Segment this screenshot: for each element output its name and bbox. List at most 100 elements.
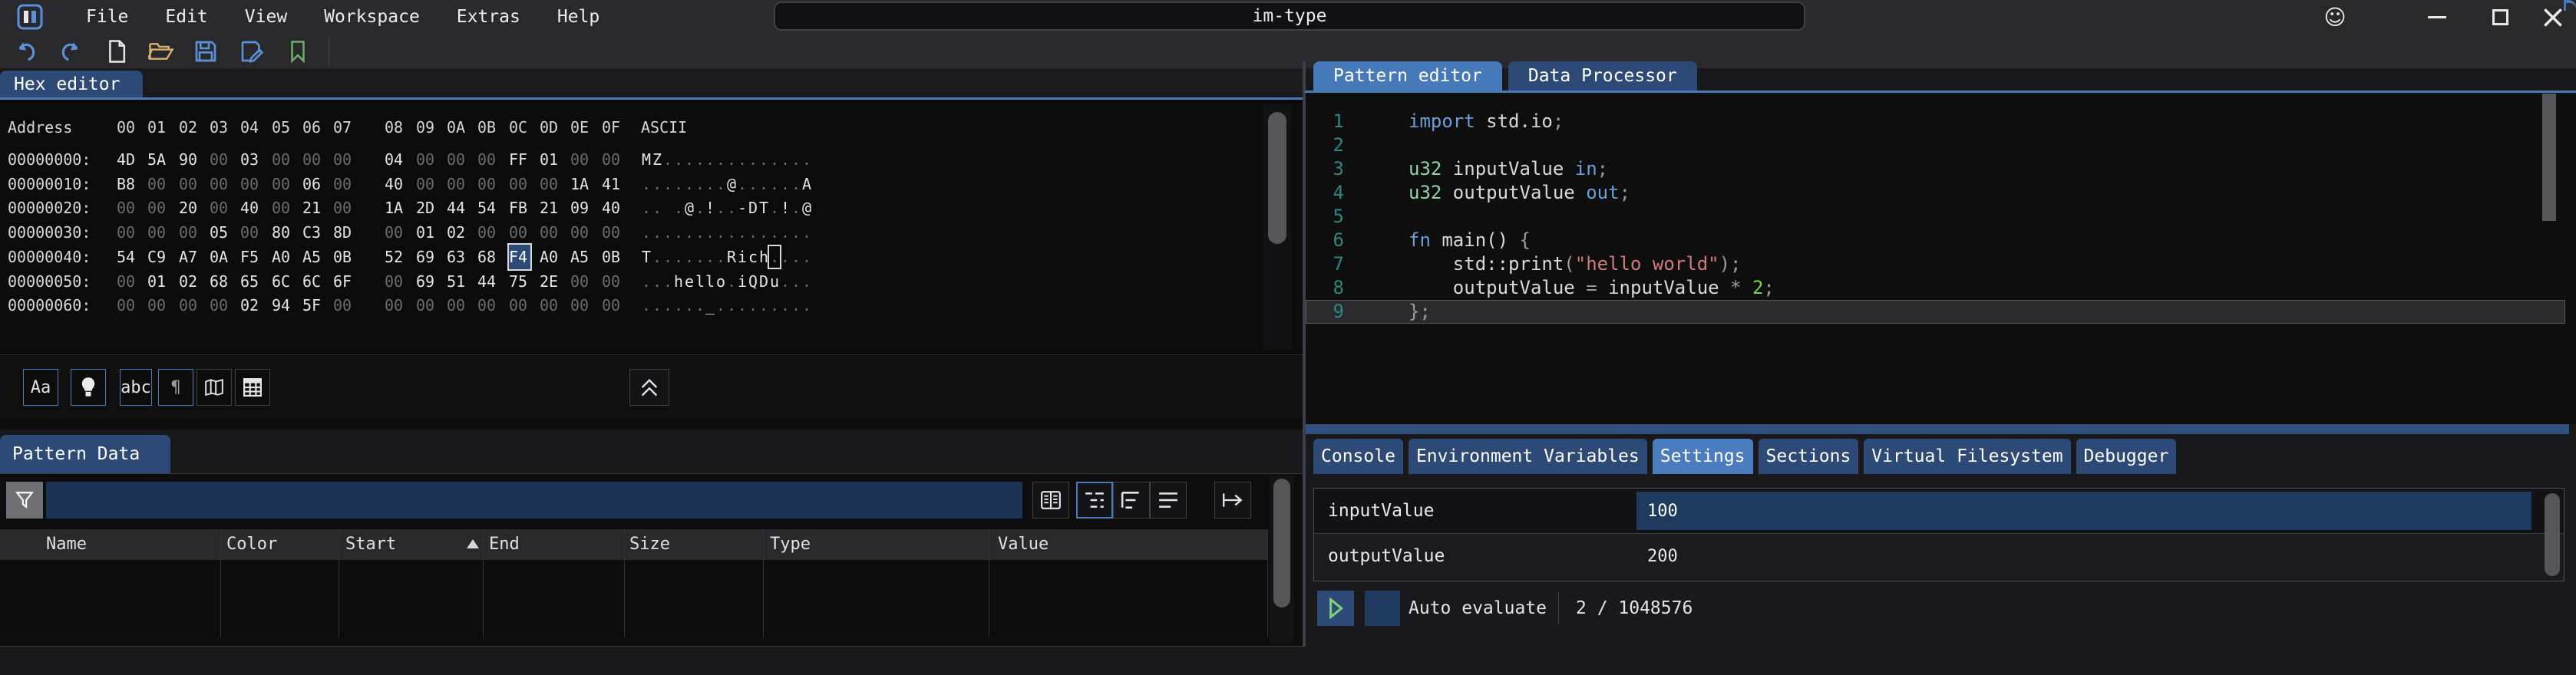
- ascii-cell[interactable]: .: [652, 246, 662, 268]
- hex-byte-cell[interactable]: 00: [272, 196, 293, 220]
- hex-byte-cell[interactable]: 00: [602, 147, 623, 172]
- ascii-cell[interactable]: !: [780, 197, 791, 219]
- menu-item-extras[interactable]: Extras: [438, 0, 539, 34]
- tab-sections[interactable]: Sections: [1759, 439, 1859, 474]
- ascii-cell[interactable]: .: [684, 222, 695, 243]
- run-button[interactable]: [1317, 591, 1354, 626]
- hex-scrollbar-track[interactable]: [1263, 104, 1291, 350]
- ascii-cell[interactable]: .: [726, 197, 737, 219]
- ascii-cell[interactable]: @: [726, 173, 737, 195]
- ascii-cell[interactable]: A: [801, 173, 812, 195]
- ascii-cell[interactable]: .: [791, 173, 801, 195]
- ascii-cell[interactable]: .: [662, 149, 673, 170]
- hex-byte-cell[interactable]: 02: [240, 293, 262, 318]
- code-line-1[interactable]: 1import std.io;: [1306, 110, 2565, 133]
- ascii-cell[interactable]: .: [791, 295, 801, 316]
- save-button[interactable]: [189, 37, 223, 66]
- hex-byte-cell[interactable]: 09: [570, 196, 592, 220]
- hex-byte-cell[interactable]: 90: [179, 147, 200, 172]
- hex-byte-cell[interactable]: 00: [333, 172, 355, 196]
- ascii-cell[interactable]: .: [769, 197, 780, 219]
- ascii-cell[interactable]: @: [684, 197, 695, 219]
- hex-byte-cell[interactable]: 00: [477, 220, 499, 245]
- ascii-cell[interactable]: .: [641, 295, 652, 316]
- tab-pattern-data[interactable]: Pattern Data: [0, 435, 170, 473]
- ascii-cell[interactable]: .: [662, 222, 673, 243]
- ascii-cell[interactable]: .: [652, 295, 662, 316]
- ascii-cell[interactable]: e: [684, 271, 695, 292]
- column-header-start[interactable]: Start: [345, 529, 396, 560]
- hex-byte-cell[interactable]: F5: [240, 245, 262, 269]
- redo-button[interactable]: [54, 37, 88, 66]
- ascii-cell[interactable]: i: [737, 271, 748, 292]
- hex-byte-cell[interactable]: 5A: [147, 147, 169, 172]
- hex-byte-cell[interactable]: 00: [509, 293, 530, 318]
- ascii-cell[interactable]: u: [769, 271, 780, 292]
- ascii-cell[interactable]: R: [726, 246, 737, 268]
- code-line-2[interactable]: 2: [1306, 133, 2565, 157]
- hex-byte-cell[interactable]: 00: [385, 293, 406, 318]
- ascii-cell[interactable]: Z: [652, 149, 662, 170]
- ascii-cell[interactable]: .: [662, 246, 673, 268]
- ascii-cell[interactable]: .: [791, 222, 801, 243]
- menu-item-edit[interactable]: Edit: [147, 0, 226, 34]
- ascii-cell[interactable]: .: [673, 222, 684, 243]
- hex-byte-cell[interactable]: B8: [117, 172, 138, 196]
- hex-byte-cell[interactable]: 69: [416, 245, 438, 269]
- ascii-cell[interactable]: .: [780, 295, 791, 316]
- hex-byte-cell[interactable]: 21: [302, 196, 324, 220]
- hex-byte-cell[interactable]: 40: [602, 196, 623, 220]
- ascii-cell[interactable]: .: [791, 271, 801, 292]
- hex-byte-cell[interactable]: 2D: [416, 196, 438, 220]
- menu-item-view[interactable]: View: [226, 0, 305, 34]
- hex-byte-cell[interactable]: 00: [240, 220, 262, 245]
- ascii-cell[interactable]: .: [791, 149, 801, 170]
- ascii-cell[interactable]: @: [801, 197, 812, 219]
- ascii-cell[interactable]: Q: [748, 271, 758, 292]
- hex-byte-cell[interactable]: 00: [602, 220, 623, 245]
- ascii-cell[interactable]: .: [801, 271, 812, 292]
- ascii-cell[interactable]: .: [684, 173, 695, 195]
- hex-byte-cell[interactable]: 00: [540, 172, 561, 196]
- ascii-cell[interactable]: .: [758, 222, 769, 243]
- ascii-cell[interactable]: .: [695, 246, 705, 268]
- tab-settings[interactable]: Settings: [1653, 439, 1753, 474]
- ascii-cell[interactable]: .: [726, 271, 737, 292]
- ascii-cell[interactable]: .: [801, 149, 812, 170]
- save-as-button[interactable]: [235, 37, 269, 66]
- hex-byte-cell[interactable]: 00: [416, 172, 438, 196]
- menu-item-file[interactable]: File: [68, 0, 147, 34]
- code-line-4[interactable]: 4u32 outputValue out;: [1306, 181, 2565, 205]
- pilcrow-button[interactable]: ¶: [158, 369, 193, 406]
- ascii-cell[interactable]: .: [705, 222, 715, 243]
- ascii-cell[interactable]: .: [769, 246, 780, 268]
- hex-byte-cell[interactable]: 0B: [333, 245, 355, 269]
- code-line-9[interactable]: 9};: [1306, 300, 2565, 324]
- ascii-cell[interactable]: .: [737, 222, 748, 243]
- hex-byte-cell[interactable]: 75: [509, 269, 530, 294]
- ascii-cell[interactable]: .: [769, 173, 780, 195]
- hex-byte-cell[interactable]: A5: [302, 245, 324, 269]
- column-header-name[interactable]: Name: [46, 529, 87, 560]
- ascii-cell[interactable]: .: [695, 295, 705, 316]
- ascii-cell[interactable]: .: [726, 222, 737, 243]
- maximize-button[interactable]: [2473, 0, 2527, 34]
- hex-scrollbar-thumb[interactable]: [1268, 112, 1286, 244]
- hex-byte-cell[interactable]: 00: [540, 220, 561, 245]
- hex-byte-cell[interactable]: 00: [117, 293, 138, 318]
- hex-byte-cell[interactable]: 00: [333, 147, 355, 172]
- tab-data-processor[interactable]: Data Processor: [1508, 61, 1697, 91]
- undo-button[interactable]: [9, 37, 43, 66]
- bulb-icon-button[interactable]: [71, 369, 106, 406]
- collapse-chevron-button[interactable]: [629, 369, 669, 406]
- ascii-cell[interactable]: .: [641, 222, 652, 243]
- table-icon-button[interactable]: [235, 369, 270, 406]
- ascii-cell[interactable]: .: [758, 173, 769, 195]
- hex-byte-cell[interactable]: 00: [447, 147, 468, 172]
- hex-byte-cell[interactable]: 00: [210, 172, 231, 196]
- hex-byte-cell[interactable]: 63: [447, 245, 468, 269]
- ascii-cell[interactable]: .: [758, 295, 769, 316]
- ascii-cell[interactable]: .: [695, 222, 705, 243]
- hex-byte-cell[interactable]: 00: [416, 293, 438, 318]
- ascii-cell[interactable]: .: [705, 173, 715, 195]
